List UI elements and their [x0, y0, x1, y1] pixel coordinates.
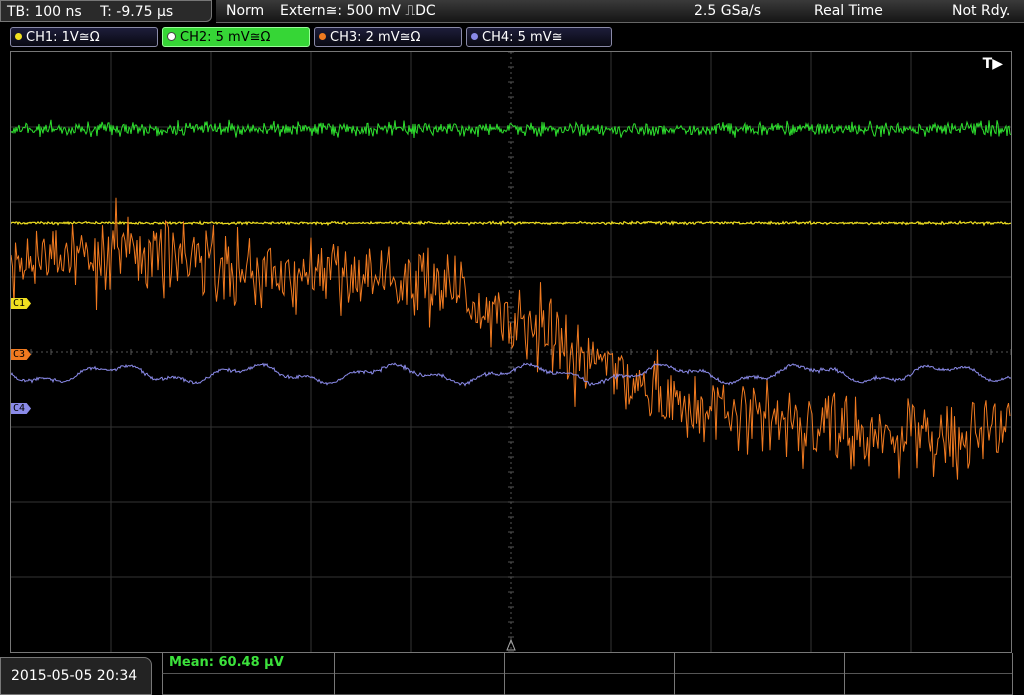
- measurement-slot[interactable]: [505, 653, 675, 674]
- sample-rate[interactable]: 2.5 GSa/s: [694, 0, 761, 22]
- channel-bar: CH1: 1V≅Ω CH2: 5 mV≅Ω CH3: 2 mV≅Ω CH4: 5…: [0, 25, 1024, 49]
- trigger-mode[interactable]: Norm: [226, 0, 264, 22]
- channel-dot-icon: [319, 33, 326, 40]
- measurement-slot[interactable]: [675, 653, 845, 674]
- measurement-slot[interactable]: [845, 653, 1013, 674]
- channel-ch1-button[interactable]: CH1: 1V≅Ω: [10, 27, 158, 47]
- waveform-canvas: [11, 52, 1011, 652]
- measurement-slot[interactable]: [845, 674, 1013, 695]
- trigger-source[interactable]: Extern≅: 500 mV ⎍DC: [280, 0, 436, 22]
- datetime-value: 2015-05-05 20:34: [11, 668, 138, 684]
- graticule-grid: [11, 52, 1011, 652]
- datetime-box: 2015-05-05 20:34: [0, 657, 152, 695]
- timebase-box[interactable]: TB: 100 ns T: -9.75 µs: [0, 0, 212, 22]
- top-status-bar: TB: 100 ns T: -9.75 µs Norm Extern≅: 500…: [0, 0, 1024, 25]
- measurement-slot[interactable]: [163, 674, 335, 695]
- channel-dot-icon: [15, 33, 22, 40]
- channel-dot-icon: [167, 32, 176, 41]
- measurement-table: Mean: 60.48 µV: [162, 653, 1013, 695]
- trigger-time-value: T: -9.75 µs: [100, 4, 174, 20]
- channel-ch2-label: CH2: 5 mV≅Ω: [180, 30, 271, 45]
- acquisition-info-bar: Norm Extern≅: 500 mV ⎍DC 2.5 GSa/s Real …: [216, 0, 1024, 23]
- acquisition-mode[interactable]: Real Time: [814, 0, 883, 22]
- channel-ch1-label: CH1: 1V≅Ω: [26, 30, 100, 45]
- channel-ch3-label: CH3: 2 mV≅Ω: [330, 30, 421, 45]
- measurement-slot[interactable]: [675, 674, 845, 695]
- run-status: Not Rdy.: [952, 3, 1011, 19]
- waveform-display[interactable]: C1 C3 C4 T▶: [10, 51, 1012, 653]
- measurement-row: Mean: 60.48 µV: [162, 653, 1013, 674]
- trigger-position-icon[interactable]: T▶: [983, 56, 1003, 72]
- channel-ch4-button[interactable]: CH4: 5 mV≅: [466, 27, 612, 47]
- channel-ch4-label: CH4: 5 mV≅: [482, 30, 563, 45]
- measurement-slot[interactable]: [335, 653, 505, 674]
- channel-ch2-button[interactable]: CH2: 5 mV≅Ω: [162, 27, 310, 47]
- trace-ch1: [11, 219, 1011, 227]
- measurement-mean[interactable]: Mean: 60.48 µV: [163, 653, 335, 674]
- channel-dot-icon: [471, 33, 478, 40]
- channel-ch3-button[interactable]: CH3: 2 mV≅Ω: [314, 27, 462, 47]
- timebase-value: TB: 100 ns: [7, 4, 82, 20]
- measurement-slot[interactable]: [335, 674, 505, 695]
- measurement-slot[interactable]: [505, 674, 675, 695]
- measurement-row: [162, 674, 1013, 695]
